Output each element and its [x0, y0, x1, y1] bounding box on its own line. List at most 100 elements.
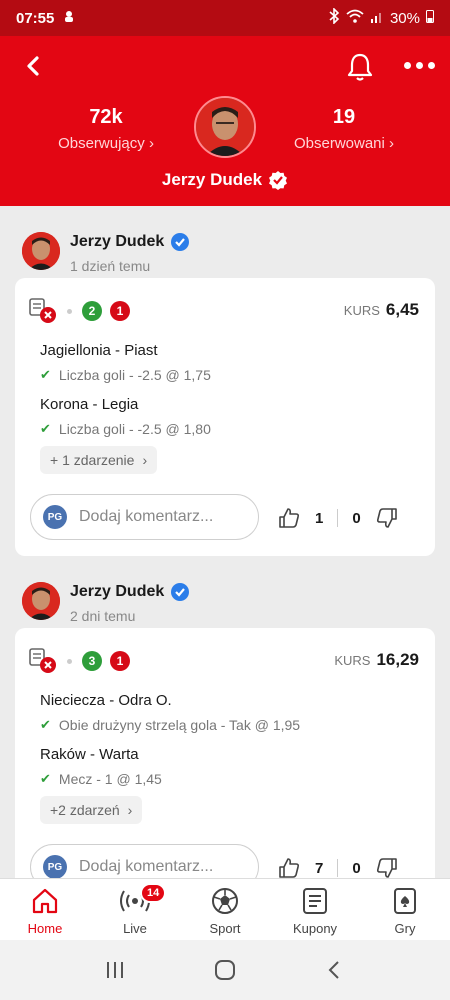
thumbs-up-icon[interactable] — [277, 506, 301, 530]
signal-icon — [370, 9, 384, 27]
nav-gry-label: Gry — [394, 921, 416, 936]
battery-text: 30% — [389, 9, 420, 27]
odds-value: 16,29 — [376, 650, 419, 669]
thumbs-up-icon[interactable] — [277, 856, 301, 880]
profile-name: Jerzy Dudek — [161, 170, 263, 189]
event-bet: Mecz - 1 @ 1,45 — [58, 771, 162, 787]
event-match: Nieciecza - Odra O. — [40, 692, 172, 709]
event-item: Korona - Legia ✔ Liczba goli - -2.5 @ 1,8… — [40, 396, 211, 437]
post-time: 2 dni temu — [70, 608, 136, 624]
thumbs-down-icon[interactable] — [375, 506, 399, 530]
event-item: Jagiellonia - Piast ✔ Liczba goli - -2.5 … — [40, 342, 211, 383]
check-icon: ✔ — [40, 421, 51, 436]
following-stat[interactable]: 19 Obserwowani › — [274, 106, 414, 152]
home-system-icon[interactable] — [214, 959, 236, 981]
more-events-label: +2 zdarzeń — [50, 802, 120, 818]
followers-label: Obserwujący — [58, 135, 145, 152]
chevron-right-icon: › — [389, 135, 395, 152]
nav-live-label: Live — [123, 921, 147, 936]
more-events-label: + 1 zdarzenie — [50, 452, 135, 468]
odds: KURS 6,45 — [344, 300, 419, 320]
coupon-card[interactable]: 2 1 KURS 6,45 Jagiellonia - Piast ✔ Liczb… — [15, 278, 435, 556]
event-bet: Liczba goli - -2.5 @ 1,80 — [58, 421, 211, 437]
event-match: Jagiellonia - Piast — [40, 342, 158, 359]
profile-header: 72k Obserwujący › 19 Obserwowani › Jerzy… — [0, 36, 450, 206]
votes: 7 0 — [277, 856, 399, 880]
event-bet: Obie drużyny strzelą gola - Tak @ 1,95 — [58, 717, 301, 733]
event-item: Raków - Warta ✔ Mecz - 1 @ 1,45 — [40, 746, 162, 787]
like-count: 7 — [315, 859, 324, 877]
coupon-summary: 3 1 — [29, 648, 130, 674]
comment-placeholder: Dodaj komentarz... — [79, 858, 214, 875]
thumbs-down-icon[interactable] — [375, 856, 399, 880]
bell-icon — [347, 53, 373, 81]
recent-apps-icon[interactable] — [105, 960, 125, 980]
nav-home[interactable]: Home — [0, 879, 90, 940]
back-button[interactable] — [20, 52, 48, 80]
following-label: Obserwowani — [293, 135, 385, 152]
like-count: 1 — [315, 509, 324, 527]
notification-icon — [62, 9, 76, 27]
event-bet: Liczba goli - -2.5 @ 1,75 — [58, 367, 211, 383]
profile-name-row: Jerzy Dudek — [0, 170, 450, 190]
odds-label: KURS — [343, 303, 380, 318]
nav-gry[interactable]: Gry — [360, 879, 450, 940]
status-bar: 07:55 30% — [0, 0, 450, 36]
profile-avatar — [194, 96, 256, 158]
more-options-button[interactable] — [404, 62, 436, 72]
odds-label: KURS — [334, 653, 371, 668]
author-name[interactable]: Jerzy Dudek — [70, 583, 164, 601]
back-system-icon[interactable] — [325, 960, 345, 980]
bottom-nav: Home 14 Live Sport Kupony Gry — [0, 878, 450, 940]
soccer-ball-icon — [212, 888, 238, 914]
coupon-status-icon — [29, 648, 57, 674]
comment-placeholder: Dodaj komentarz... — [79, 508, 214, 525]
coupon-card[interactable]: 3 1 KURS 16,29 Nieciecza - Odra O. ✔ Obie… — [15, 628, 435, 890]
won-count-badge: 2 — [82, 301, 102, 321]
more-events-button[interactable]: + 1 zdarzenie › — [40, 446, 158, 474]
playing-card-icon — [394, 888, 416, 914]
won-count-badge: 3 — [82, 651, 102, 671]
battery-icon — [426, 9, 434, 27]
comment-input[interactable]: PG Dodaj komentarz... — [30, 494, 259, 540]
live-badge: 14 — [140, 883, 167, 903]
author-avatar[interactable] — [22, 232, 60, 270]
coupon-icon — [303, 888, 327, 914]
bluetooth-icon — [328, 7, 340, 28]
user-avatar: PG — [43, 855, 67, 879]
bell-button[interactable] — [346, 52, 374, 82]
following-count: 19 — [332, 106, 356, 128]
lost-count-badge: 1 — [110, 651, 130, 671]
more-dots-icon — [404, 62, 411, 69]
more-events-button[interactable]: +2 zdarzeń › — [40, 796, 143, 824]
event-match: Raków - Warta — [40, 746, 139, 763]
dislike-count: 0 — [352, 509, 361, 527]
chevron-right-icon: › — [142, 452, 148, 468]
event-item: Nieciecza - Odra O. ✔ Obie drużyny strzel… — [40, 692, 300, 733]
coupon-summary: 2 1 — [29, 298, 130, 324]
nav-kupony[interactable]: Kupony — [270, 879, 360, 940]
author-avatar[interactable] — [22, 582, 60, 620]
post-time: 1 dzień temu — [70, 258, 151, 274]
lost-count-badge: 1 — [110, 301, 130, 321]
check-icon: ✔ — [40, 771, 51, 786]
nav-sport[interactable]: Sport — [180, 879, 270, 940]
followers-count: 72k — [89, 106, 123, 128]
home-icon — [32, 888, 58, 914]
system-nav-bar — [0, 940, 450, 1000]
check-icon: ✔ — [40, 367, 51, 382]
nav-live[interactable]: 14 Live — [90, 879, 180, 940]
nav-home-label: Home — [27, 921, 63, 936]
dislike-count: 0 — [352, 859, 361, 877]
coupon-status-icon — [29, 298, 57, 324]
odds-value: 6,45 — [385, 300, 419, 319]
chevron-left-icon — [27, 56, 39, 76]
author-name[interactable]: Jerzy Dudek — [70, 233, 164, 251]
followers-stat[interactable]: 72k Obserwujący › — [36, 106, 176, 152]
nav-kupony-label: Kupony — [292, 921, 338, 936]
verified-icon — [269, 171, 288, 190]
post-header: Jerzy Dudek 1 dzień temu — [22, 232, 442, 280]
chevron-right-icon: › — [127, 802, 133, 818]
event-match: Korona - Legia — [40, 396, 139, 413]
chevron-right-icon: › — [148, 135, 154, 152]
